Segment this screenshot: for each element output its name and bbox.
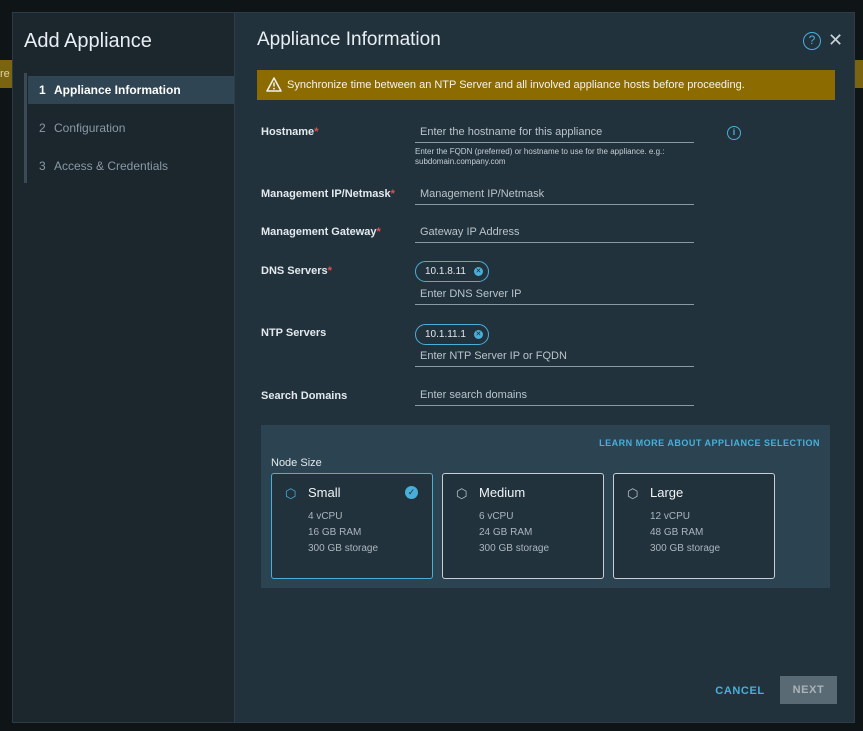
wizard-sidebar: Add Appliance 1 Appliance Information 2 Co… — [13, 13, 235, 722]
cube-icon: ⬡ — [285, 486, 297, 501]
node-size-card-large[interactable]: ⬡ Large 12 vCPU 48 GB RAM 300 GB storage — [613, 473, 775, 579]
page-title: Appliance Information — [257, 29, 441, 50]
card-storage: 300 GB storage — [479, 543, 550, 554]
step-appliance-information[interactable]: 1 Appliance Information — [28, 76, 234, 104]
check-circle-icon: ✓ — [405, 486, 418, 499]
hostname-input[interactable] — [415, 121, 694, 143]
dns-server-input[interactable] — [415, 283, 694, 305]
management-gateway-input[interactable] — [415, 221, 694, 243]
help-circle-icon[interactable]: ? — [803, 32, 821, 50]
step-number: 1 — [39, 83, 46, 97]
next-button[interactable]: NEXT — [780, 676, 837, 704]
step-rail — [24, 73, 27, 183]
card-title: Small — [308, 485, 341, 500]
warning-banner: Synchronize time between an NTP Server a… — [257, 70, 835, 100]
wizard-title: Add Appliance — [24, 30, 152, 52]
cube-icon: ⬡ — [456, 486, 468, 501]
ntp-server-input[interactable] — [415, 345, 694, 367]
remove-chip-icon[interactable]: ✕ — [473, 330, 483, 339]
step-access-credentials[interactable]: 3 Access & Credentials — [28, 152, 234, 180]
search-domains-input[interactable] — [415, 384, 694, 406]
hostname-hint: Enter the FQDN (preferred) or hostname t… — [415, 147, 665, 166]
remove-chip-icon[interactable]: ✕ — [473, 267, 483, 276]
ntp-servers-label: NTP Servers — [261, 327, 327, 339]
step-label: Access & Credentials — [54, 159, 169, 173]
card-vcpu: 12 vCPU — [650, 511, 691, 522]
step-label: Appliance Information — [54, 83, 181, 97]
search-domains-label: Search Domains — [261, 390, 348, 402]
node-size-label: Node Size — [271, 457, 322, 469]
management-ip-label: Management IP/Netmask* — [261, 188, 395, 200]
close-icon[interactable]: ✕ — [828, 31, 844, 49]
card-ram: 24 GB RAM — [479, 527, 533, 538]
dns-servers-label: DNS Servers* — [261, 265, 332, 277]
learn-more-link[interactable]: LEARN MORE ABOUT APPLIANCE SELECTION — [599, 438, 820, 448]
card-storage: 300 GB storage — [308, 543, 379, 554]
node-size-panel: LEARN MORE ABOUT APPLIANCE SELECTION Nod… — [261, 425, 830, 588]
warning-triangle-icon — [266, 77, 282, 92]
add-appliance-dialog: Add Appliance 1 Appliance Information 2 Co… — [12, 12, 855, 723]
management-gateway-label: Management Gateway* — [261, 226, 381, 238]
step-number: 3 — [39, 159, 46, 173]
chip-label: 10.1.8.11 — [425, 266, 466, 277]
step-configuration[interactable]: 2 Configuration — [28, 114, 234, 142]
cancel-button[interactable]: CANCEL — [709, 677, 771, 705]
banner-text: Synchronize time between an NTP Server a… — [287, 79, 745, 91]
card-vcpu: 4 vCPU — [308, 511, 343, 522]
card-vcpu: 6 vCPU — [479, 511, 514, 522]
step-number: 2 — [39, 121, 46, 135]
card-storage: 300 GB storage — [650, 543, 721, 554]
ntp-server-chip: 10.1.11.1 ✕ — [415, 324, 489, 345]
management-ip-input[interactable] — [415, 183, 694, 205]
info-circle-icon[interactable]: i — [727, 126, 741, 140]
card-title: Medium — [479, 485, 526, 500]
cube-icon: ⬡ — [627, 486, 639, 501]
chip-label: 10.1.11.1 — [425, 329, 466, 340]
card-ram: 16 GB RAM — [308, 527, 362, 538]
card-title: Large — [650, 485, 684, 500]
step-label: Configuration — [54, 121, 126, 135]
node-size-card-small[interactable]: ⬡ Small ✓ 4 vCPU 16 GB RAM 300 GB storag… — [271, 473, 433, 579]
node-size-card-medium[interactable]: ⬡ Medium 6 vCPU 24 GB RAM 300 GB storage — [442, 473, 604, 579]
card-ram: 48 GB RAM — [650, 527, 704, 538]
dns-server-chip: 10.1.8.11 ✕ — [415, 261, 489, 282]
hostname-label: Hostname* — [261, 126, 319, 138]
